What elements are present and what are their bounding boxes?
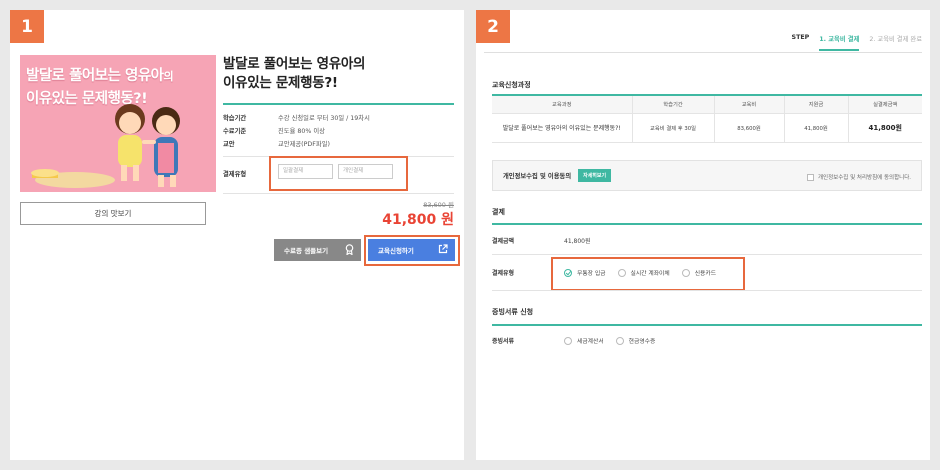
price-divider: [223, 193, 454, 194]
step-badge-2: 2: [476, 10, 510, 43]
step-lead: STEP: [791, 34, 810, 41]
table-cell-subsidy: 41,800원: [783, 113, 848, 143]
table-header-row: 교육과정 학습기간 교육비 지원금 실결제금액: [492, 96, 922, 114]
course-title-line2: 이유있는 문제행동?!: [223, 75, 338, 91]
info-key: 학습기간: [223, 115, 247, 122]
course-thumbnail: 발달로 풀어보는 영유아의 이유있는 문제행동?!: [20, 55, 216, 192]
info-row-period: 학습기간 수강 신청일로 부터 30일 / 19차시: [223, 113, 458, 122]
award-icon: [345, 244, 354, 255]
payment-section-title: 결제: [492, 208, 505, 216]
original-price: 83,600 원: [423, 201, 454, 209]
highlight-payment-type: [269, 156, 408, 191]
table-row: 발달로 풀어보는 영유아의 이유있는 문제행동?! 교육비 결제 후 30일 8…: [492, 113, 922, 143]
table-cell-course: 발달로 풀어보는 영유아의 이유있는 문제행동?!: [492, 113, 632, 143]
info-value: 수강 신청일로 부터 30일 / 19차시: [278, 115, 370, 122]
course-table: 교육과정 학습기간 교육비 지원금 실결제금액 발달로 풀어보는 영유아의 이유…: [492, 96, 922, 143]
pay-type-divider: [492, 290, 922, 291]
course-detail-panel: 1 발달로 풀어보는 영유아의 이유있는 문제행동?! 강의 맛보기 발달로 풀…: [10, 10, 464, 460]
receipt-section-rule: [492, 324, 922, 326]
amount-label: 결제금액: [492, 238, 515, 245]
children-illustration: [31, 104, 180, 188]
step-indicator: STEP 1. 교육비 결제 2. 교육비 결제 완료: [782, 34, 922, 52]
certificate-sample-label: 수료증 샘플보기: [284, 247, 329, 255]
payment-panel: 2 STEP 1. 교육비 결제 2. 교육비 결제 완료 교육신청과정 교육과…: [476, 10, 930, 460]
highlight-apply-button: [364, 235, 460, 266]
receipt-row: 증빙서류 세금계산서 현금영수증: [492, 336, 922, 345]
payment-type-label: 결제유형: [223, 171, 247, 178]
privacy-agree-label: 개인정보수집 및 처리방침에 동의합니다.: [817, 175, 911, 181]
table-cell-period: 교육비 결제 후 30일: [631, 113, 714, 143]
table-header: 실결제금액: [847, 96, 922, 114]
privacy-consent-label: 개인정보수집 및 이용동의: [503, 173, 572, 180]
radio-icon: [615, 336, 624, 345]
title-divider: [223, 103, 454, 105]
radio-cash-receipt[interactable]: 현금영수증: [615, 336, 656, 345]
amount-value: 41,800원: [564, 238, 591, 245]
header-divider: [484, 52, 922, 53]
table-header: 교육과정: [492, 96, 632, 114]
table-header: 학습기간: [631, 96, 714, 114]
info-key: 수료기준: [223, 128, 247, 135]
checkbox-icon: [806, 173, 814, 181]
discounted-price: 41,800 원: [382, 212, 454, 228]
privacy-agree-checkbox[interactable]: 개인정보수집 및 처리방침에 동의합니다.: [806, 173, 911, 181]
course-title-line1: 발달로 풀어보는 영유아의: [223, 56, 366, 72]
radio-tax-invoice[interactable]: 세금계산서: [564, 336, 604, 345]
info-row-material: 교안 교안제공(PDF파일): [223, 139, 458, 148]
info-value: 교안제공(PDF파일): [278, 141, 330, 148]
step-2-complete: 2. 교육비 결제 완료: [869, 36, 922, 43]
info-key: 교안: [223, 141, 235, 148]
receipt-section-title: 증빙서류 신청: [492, 308, 534, 316]
certificate-sample-button[interactable]: 수료증 샘플보기: [274, 239, 361, 261]
highlight-pay-type: [551, 257, 745, 291]
info-row-criteria: 수료기준 진도율 80% 이상: [223, 126, 458, 135]
table-header: 지원금: [783, 96, 848, 114]
table-header: 교육비: [713, 96, 784, 114]
course-title: 발달로 풀어보는 영유아의 이유있는 문제행동?!: [223, 55, 458, 93]
course-section-title: 교육신청과정: [492, 81, 531, 89]
radio-icon: [564, 336, 572, 345]
info-value: 진도율 80% 이상: [278, 128, 325, 135]
step-badge-1: 1: [10, 10, 44, 43]
privacy-consent-box: 개인정보수집 및 이용동의 자세히보기 개인정보수집 및 처리방침에 동의합니다…: [492, 160, 922, 191]
privacy-detail-button[interactable]: 자세히보기: [578, 169, 612, 182]
radio-label: 현금영수증: [628, 339, 656, 345]
radio-label: 세금계산서: [577, 339, 604, 345]
receipt-label: 증빙서류: [492, 338, 515, 345]
payment-section-rule: [492, 223, 922, 225]
amount-divider: [492, 254, 922, 255]
table-cell-final: 41,800원: [847, 113, 922, 143]
step-1-payment: 1. 교육비 결제: [819, 34, 860, 51]
amount-row: 결제금액 41,800원: [492, 236, 922, 245]
table-cell-fee: 83,600원: [713, 113, 784, 143]
preview-lecture-button[interactable]: 강의 맛보기: [20, 202, 206, 225]
